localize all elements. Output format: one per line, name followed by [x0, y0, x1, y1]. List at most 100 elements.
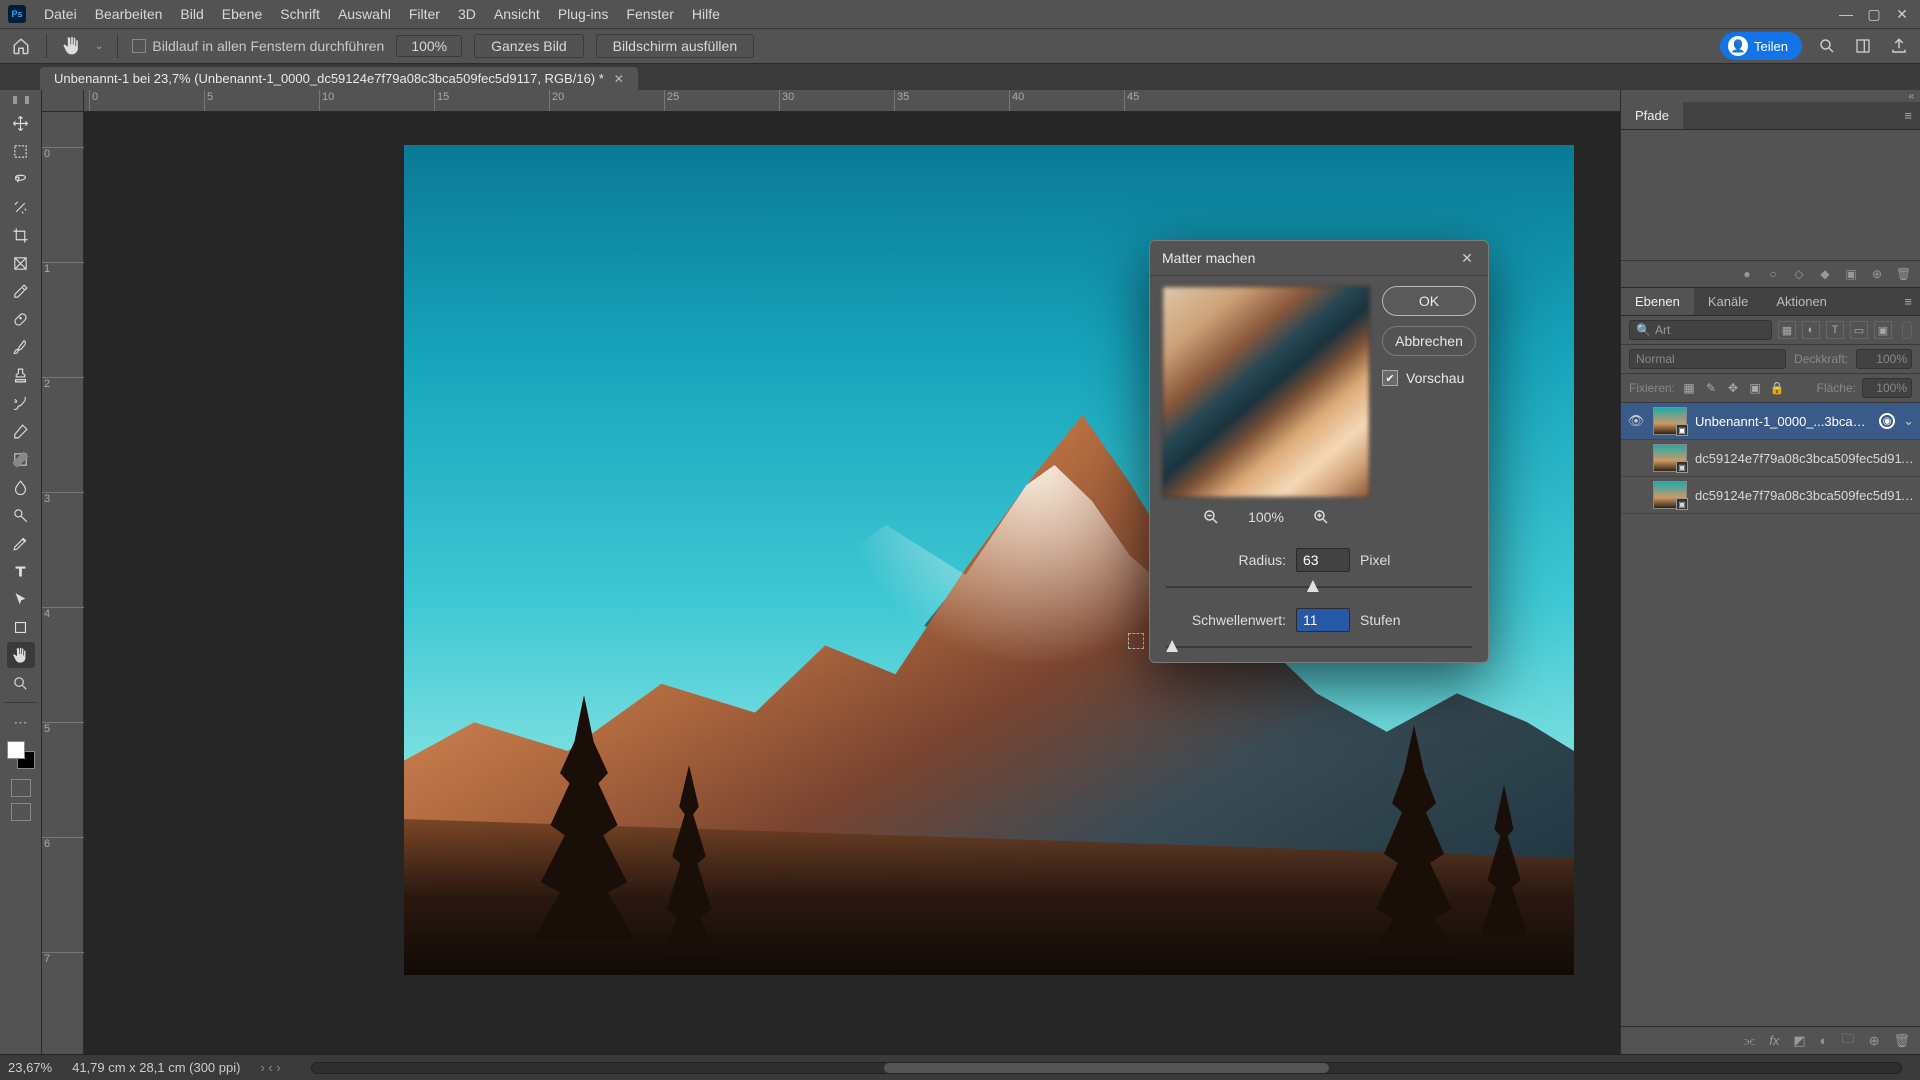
new-layer-icon[interactable]: ⊕ — [1869, 1033, 1880, 1049]
preview-checkbox[interactable]: ✔ Vorschau — [1382, 370, 1476, 386]
path-fill-icon[interactable]: ● — [1740, 267, 1754, 281]
path-select-tool[interactable] — [7, 586, 35, 612]
delete-path-icon[interactable]: 🗑 — [1896, 267, 1910, 281]
layer-row[interactable]: 👁▣Unbenannt-1_0000_...3bca509fec5d9117◉⌄ — [1621, 403, 1920, 440]
menu-layer[interactable]: Ebene — [222, 6, 262, 22]
menu-edit[interactable]: Bearbeiten — [95, 6, 163, 22]
canvas-area[interactable]: 051015202530354045 01234567 Matter mache… — [42, 90, 1620, 1054]
tab-channels[interactable]: Kanäle — [1694, 288, 1762, 315]
pen-tool[interactable] — [7, 530, 35, 556]
layer-thumbnail[interactable]: ▣ — [1653, 481, 1687, 509]
blend-mode-select[interactable]: Normal — [1629, 349, 1786, 369]
menu-select[interactable]: Auswahl — [338, 6, 391, 22]
layer-thumbnail[interactable]: ▣ — [1653, 444, 1687, 472]
link-layers-icon[interactable]: ⫘ — [1744, 1033, 1756, 1049]
lock-all-icon[interactable]: 🔒 — [1769, 380, 1785, 396]
ruler-vertical[interactable]: 01234567 — [42, 112, 84, 1054]
path-make-icon[interactable]: ◆ — [1818, 267, 1832, 281]
layer-name[interactable]: dc59124e7f79a08c3bca509fec5d9117 Kopie 2 — [1695, 488, 1914, 503]
rect-marquee-tool[interactable] — [7, 138, 35, 164]
lasso-tool[interactable] — [7, 166, 35, 192]
menu-image[interactable]: Bild — [180, 6, 203, 22]
close-tab-icon[interactable]: ✕ — [614, 72, 624, 86]
wand-tool[interactable] — [7, 194, 35, 220]
window-minimize[interactable]: — — [1836, 4, 1856, 24]
layer-name[interactable]: dc59124e7f79a08c3bca509fec5d9117 Kopie 3 — [1695, 451, 1914, 466]
dialog-preview-image[interactable] — [1162, 286, 1370, 498]
cancel-button[interactable]: Abbrechen — [1382, 326, 1476, 356]
opacity-input[interactable]: 100% — [1856, 349, 1912, 369]
dialog-close-icon[interactable]: ✕ — [1458, 249, 1476, 267]
menu-window[interactable]: Fenster — [626, 6, 673, 22]
search-icon[interactable] — [1816, 35, 1838, 57]
filter-shape-icon[interactable]: ▭ — [1850, 321, 1868, 339]
layer-filter-kind[interactable]: 🔍 Art — [1629, 320, 1772, 340]
threshold-slider[interactable] — [1166, 638, 1472, 656]
tool-menu-chevron-icon[interactable]: ⌄ — [95, 41, 103, 52]
fill-input[interactable]: 100% — [1862, 378, 1912, 398]
adjustment-layer-icon[interactable]: ◐ — [1820, 1033, 1828, 1048]
frame-tool[interactable] — [7, 250, 35, 276]
layer-row[interactable]: ▣ dc59124e7f79a08c3bca509fec5d9117 Kopie … — [1621, 477, 1920, 514]
status-docinfo[interactable]: 41,79 cm x 28,1 cm (300 ppi) — [72, 1060, 240, 1075]
filter-adjust-icon[interactable]: ◐ — [1802, 321, 1820, 339]
filter-smart-icon[interactable]: ▣ — [1874, 321, 1892, 339]
path-mask-icon[interactable]: ▣ — [1844, 267, 1858, 281]
new-path-icon[interactable]: ⊕ — [1870, 267, 1884, 281]
menu-type[interactable]: Schrift — [280, 6, 320, 22]
status-zoom[interactable]: 23,67% — [8, 1060, 52, 1075]
radius-input[interactable]: 63 — [1296, 548, 1350, 572]
panels-collapse-icon[interactable]: « — [1621, 90, 1920, 102]
layer-mask-icon[interactable]: ◩ — [1793, 1033, 1805, 1049]
home-icon[interactable] — [10, 35, 32, 57]
lock-artboard-icon[interactable]: ▣ — [1747, 380, 1763, 396]
radius-slider[interactable] — [1166, 578, 1472, 596]
zoom-out-icon[interactable] — [1202, 508, 1220, 526]
path-stroke-icon[interactable]: ○ — [1766, 267, 1780, 281]
move-tool[interactable] — [7, 110, 35, 136]
lock-paint-icon[interactable]: ✎ — [1703, 380, 1719, 396]
status-chevron-icon[interactable]: › ‹ › — [260, 1060, 280, 1075]
history-brush-tool[interactable] — [7, 390, 35, 416]
ruler-origin[interactable] — [42, 90, 84, 112]
layer-thumbnail[interactable]: ▣ — [1653, 407, 1687, 435]
layer-name[interactable]: Unbenannt-1_0000_...3bca509fec5d9117 — [1695, 414, 1871, 429]
screenmode-icon[interactable] — [11, 803, 31, 821]
layer-visibility-icon[interactable]: 👁 — [1627, 413, 1645, 429]
tab-paths[interactable]: Pfade — [1621, 102, 1683, 129]
lock-pixels-icon[interactable]: ▦ — [1681, 380, 1697, 396]
path-selection-icon[interactable]: ◇ — [1792, 267, 1806, 281]
eyedropper-tool[interactable] — [7, 278, 35, 304]
hand-tool-icon[interactable] — [61, 35, 83, 57]
healing-tool[interactable] — [7, 306, 35, 332]
stamp-tool[interactable] — [7, 362, 35, 388]
horizontal-scrollbar[interactable] — [311, 1062, 1902, 1074]
fill-screen-button[interactable]: Bildschirm ausfüllen — [596, 34, 755, 58]
document-tab[interactable]: Unbenannt-1 bei 23,7% (Unbenannt-1_0000_… — [40, 67, 638, 90]
threshold-input[interactable]: 11 — [1296, 608, 1350, 632]
layer-row[interactable]: ▣ dc59124e7f79a08c3bca509fec5d9117 Kopie … — [1621, 440, 1920, 477]
layer-group-icon[interactable]: 🗀 — [1842, 1030, 1855, 1052]
menu-3d[interactable]: 3D — [458, 6, 476, 22]
quickmask-icon[interactable] — [11, 779, 31, 797]
hand-tool[interactable] — [7, 642, 35, 668]
scroll-all-windows-checkbox[interactable]: Bildlauf in allen Fenstern durchführen — [132, 38, 384, 54]
menu-view[interactable]: Ansicht — [494, 6, 540, 22]
window-maximize[interactable]: ▢ — [1864, 4, 1884, 24]
color-swatches[interactable] — [7, 741, 35, 769]
tab-actions[interactable]: Aktionen — [1762, 288, 1841, 315]
shape-tool[interactable] — [7, 614, 35, 640]
panel-menu-icon[interactable]: ≡ — [1896, 108, 1920, 123]
filter-type-icon[interactable]: T — [1826, 321, 1844, 339]
brush-tool[interactable] — [7, 334, 35, 360]
gradient-tool[interactable] — [7, 446, 35, 472]
menu-plugins[interactable]: Plug-ins — [558, 6, 609, 22]
tab-layers[interactable]: Ebenen — [1621, 288, 1694, 315]
blur-tool[interactable] — [7, 474, 35, 500]
filter-pixel-icon[interactable]: ▦ — [1778, 321, 1796, 339]
workspace-icon[interactable] — [1852, 35, 1874, 57]
zoom-tool[interactable] — [7, 670, 35, 696]
menu-help[interactable]: Hilfe — [692, 6, 720, 22]
eraser-tool[interactable] — [7, 418, 35, 444]
lock-position-icon[interactable]: ✥ — [1725, 380, 1741, 396]
